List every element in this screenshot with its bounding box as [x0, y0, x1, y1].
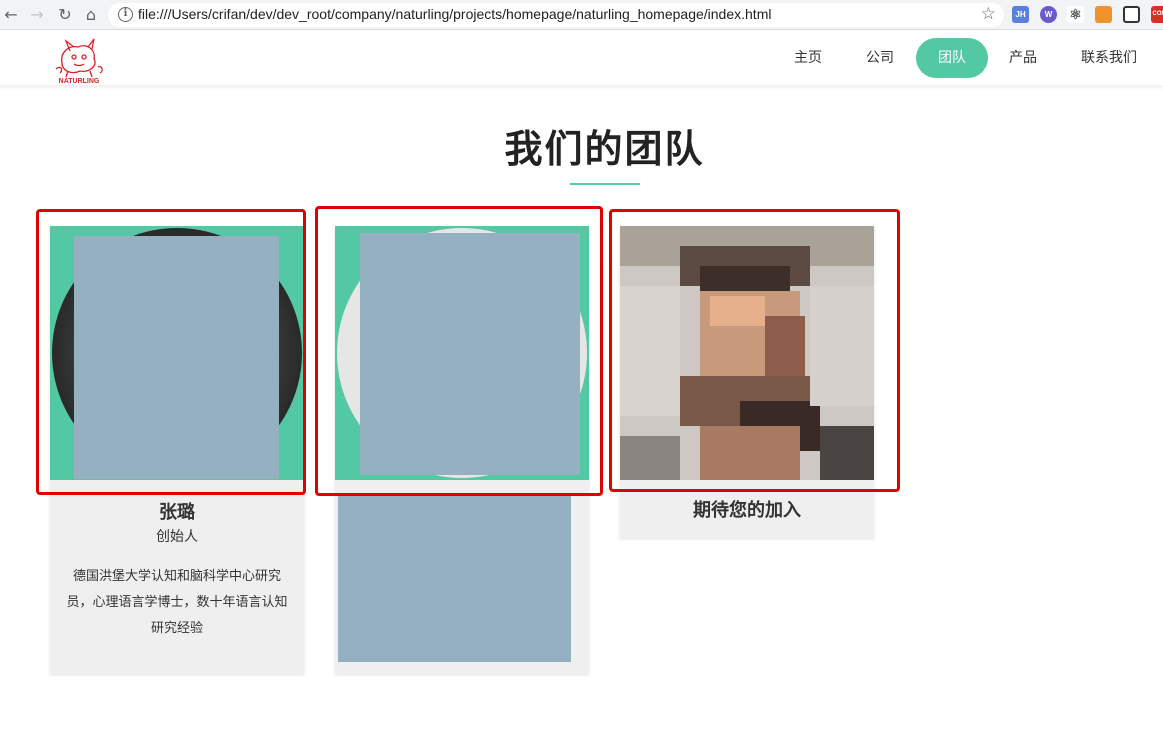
member-role: 创始人 — [156, 529, 198, 545]
extension-w-icon[interactable]: W — [1040, 6, 1057, 23]
member-description: 德国洪堡大学认知和脑科学中心研究员，心理语言学博士，数十年语言认知研究经验 — [66, 569, 288, 636]
extension-jh-icon[interactable]: JH — [1012, 6, 1029, 23]
join-us-text: 期待您的加入 — [693, 500, 801, 521]
extension-react-icon[interactable]: ⚛ — [1067, 6, 1084, 23]
redacted-text-block — [338, 496, 571, 662]
extension-qr-icon[interactable] — [1123, 6, 1140, 23]
extension-orange-icon[interactable] — [1095, 6, 1112, 23]
home-icon[interactable]: ⌂ — [80, 4, 102, 26]
naturling-logo[interactable]: NATURLING — [50, 35, 108, 85]
nav-home[interactable]: 主页 — [778, 38, 838, 78]
browser-toolbar: ← → ↻ ⌂ i file:///Users/crifan/dev/dev_r… — [0, 0, 1163, 30]
nav-products[interactable]: 产品 — [993, 38, 1053, 78]
extension-com-icon[interactable]: COM — [1151, 6, 1163, 23]
address-bar[interactable]: i file:///Users/crifan/dev/dev_root/comp… — [108, 3, 1004, 27]
highlight-frame-1 — [36, 209, 306, 495]
info-icon[interactable]: i — [118, 7, 133, 22]
nav-company[interactable]: 公司 — [850, 38, 910, 78]
title-underline — [570, 183, 640, 185]
reload-icon[interactable]: ↻ — [54, 4, 76, 26]
url-text[interactable]: file:///Users/crifan/dev/dev_root/compan… — [138, 6, 771, 22]
nav-team[interactable]: 团队 — [916, 38, 988, 78]
nav-contact[interactable]: 联系我们 — [1068, 38, 1150, 78]
forward-icon[interactable]: → — [26, 4, 48, 26]
highlight-frame-2 — [315, 206, 603, 496]
section-title: 我们的团队 — [504, 127, 705, 171]
site-header: NATURLING 主页 公司 团队 产品 联系我们 — [0, 31, 1163, 85]
bookmark-star-icon[interactable]: ☆ — [981, 4, 996, 24]
back-icon[interactable]: ← — [0, 4, 22, 26]
logo-text: NATURLING — [59, 78, 100, 85]
member-name: 张璐 — [159, 502, 195, 523]
highlight-frame-3 — [609, 209, 900, 492]
